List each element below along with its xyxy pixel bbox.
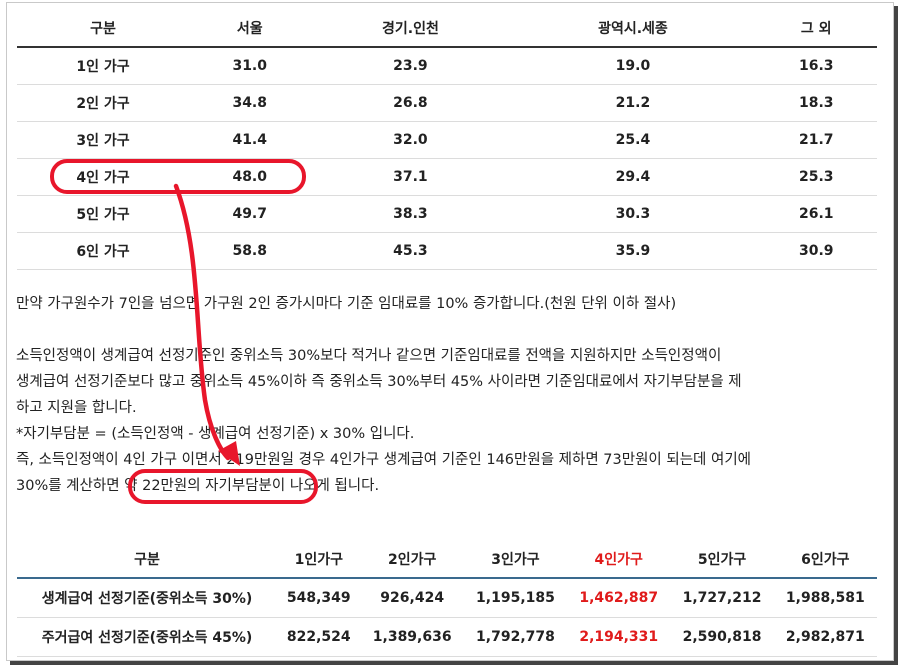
table-row: 주거급여 선정기준(중위소득 45%) 822,524 1,389,636 1,…: [17, 617, 877, 657]
header-cell: 광역시.세종: [510, 10, 756, 48]
amount-value: 548,349: [277, 578, 361, 618]
table-row: 3인 가구 41.4 32.0 25.4 21.7: [17, 121, 877, 159]
rent-value: 49.7: [189, 195, 311, 233]
rent-value: 30.3: [510, 195, 756, 233]
amount-value: 1,727,212: [670, 578, 774, 618]
rent-value: 31.0: [189, 47, 311, 85]
text-line: 30%를 계산하면 약 22만원의 자기부담분이 나오게 됩니다.: [16, 478, 380, 494]
header-cell: 1인가구: [277, 541, 361, 579]
rent-value: 32.0: [310, 121, 511, 159]
amount-value-highlighted: 2,194,331: [567, 617, 671, 657]
household-label: 3인 가구: [17, 121, 189, 159]
amount-value: 2,590,818: [670, 617, 774, 657]
header-cell-highlighted: 4인가구: [567, 541, 671, 579]
rent-value: 23.9: [310, 47, 511, 85]
rent-value: 21.2: [510, 84, 756, 122]
household-label: 1인 가구: [17, 47, 189, 85]
amount-value: 926,424: [360, 578, 464, 618]
table-row: 4인 가구 48.0 37.1 29.4 25.3: [17, 158, 877, 196]
amount-value: 1,988,581: [773, 578, 877, 618]
table-header-row: 구분 서울 경기.인천 광역시.세종 그 외: [17, 10, 877, 48]
rent-value: 18.3: [755, 84, 877, 122]
rent-value: 37.1: [310, 158, 511, 196]
text-line: 즉, 소득인정액이 4인 가구 이면서 219만원일 경우 4인가구 생계급여 …: [16, 452, 752, 468]
rent-value: 16.3: [755, 47, 877, 85]
selection-criteria-table: 구분 1인가구 2인가구 3인가구 4인가구 5인가구 6인가구 생계급여 선정…: [17, 541, 877, 657]
header-cell: 경기.인천: [310, 10, 511, 48]
table-row: 1인 가구 31.0 23.9 19.0 16.3: [17, 47, 877, 85]
rent-value: 48.0: [189, 158, 311, 196]
header-cell: 3인가구: [463, 541, 568, 579]
text-line: *자기부담분 = (소득인정액 - 생계급여 선정기준) x 30% 입니다.: [16, 426, 415, 442]
household-label: 2인 가구: [17, 84, 189, 122]
header-cell: 구분: [17, 541, 277, 579]
header-cell: 서울: [189, 10, 311, 48]
table-header-row: 구분 1인가구 2인가구 3인가구 4인가구 5인가구 6인가구: [17, 541, 877, 579]
amount-value-highlighted: 1,462,887: [567, 578, 671, 618]
rent-value: 30.9: [755, 232, 877, 270]
header-cell: 구분: [17, 10, 189, 48]
criteria-label: 주거급여 선정기준(중위소득 45%): [17, 617, 277, 657]
table-row: 6인 가구 58.8 45.3 35.9 30.9: [17, 232, 877, 270]
table-row: 2인 가구 34.8 26.8 21.2 18.3: [17, 84, 877, 122]
criteria-label: 생계급여 선정기준(중위소득 30%): [17, 578, 277, 618]
household-label: 5인 가구: [17, 195, 189, 233]
rent-value: 26.1: [755, 195, 877, 233]
amount-value: 1,389,636: [360, 617, 464, 657]
rent-value: 29.4: [510, 158, 756, 196]
rent-value: 58.8: [189, 232, 311, 270]
rent-value: 38.3: [310, 195, 511, 233]
amount-value: 2,982,871: [773, 617, 877, 657]
rent-value: 26.8: [310, 84, 511, 122]
rent-value: 19.0: [510, 47, 756, 85]
table-row: 생계급여 선정기준(중위소득 30%) 548,349 926,424 1,19…: [17, 578, 877, 618]
rent-value: 41.4: [189, 121, 311, 159]
rent-value: 21.7: [755, 121, 877, 159]
amount-value: 822,524: [277, 617, 361, 657]
text-line: 소득인정액이 생계급여 선정기준인 중위소득 30%보다 적거나 같으면 기준임…: [16, 348, 722, 364]
header-cell: 6인가구: [773, 541, 877, 579]
rent-value: 45.3: [310, 232, 511, 270]
header-cell: 2인가구: [360, 541, 464, 579]
header-cell: 5인가구: [670, 541, 774, 579]
note-paragraph: 만약 가구원수가 7인을 넘으면 가구원 2인 증가시마다 기준 임대료를 10…: [16, 296, 677, 312]
rent-value: 35.9: [510, 232, 756, 270]
explanation-paragraph: 소득인정액이 생계급여 선정기준인 중위소득 30%보다 적거나 같으면 기준임…: [16, 343, 882, 499]
amount-value: 1,792,778: [463, 617, 568, 657]
text-line: 생계급여 선정기준보다 많고 중위소득 45%이하 즉 중위소득 30%부터 4…: [16, 374, 742, 390]
header-cell: 그 외: [755, 10, 877, 48]
household-label: 4인 가구: [17, 158, 189, 196]
household-label: 6인 가구: [17, 232, 189, 270]
text-line: 하고 지원을 합니다.: [16, 400, 137, 416]
rent-value: 25.3: [755, 158, 877, 196]
amount-value: 1,195,185: [463, 578, 568, 618]
rent-value: 25.4: [510, 121, 756, 159]
standard-rent-table: 구분 서울 경기.인천 광역시.세종 그 외 1인 가구 31.0 23.9 1…: [17, 10, 877, 270]
table-row: 5인 가구 49.7 38.3 30.3 26.1: [17, 195, 877, 233]
rent-value: 34.8: [189, 84, 311, 122]
